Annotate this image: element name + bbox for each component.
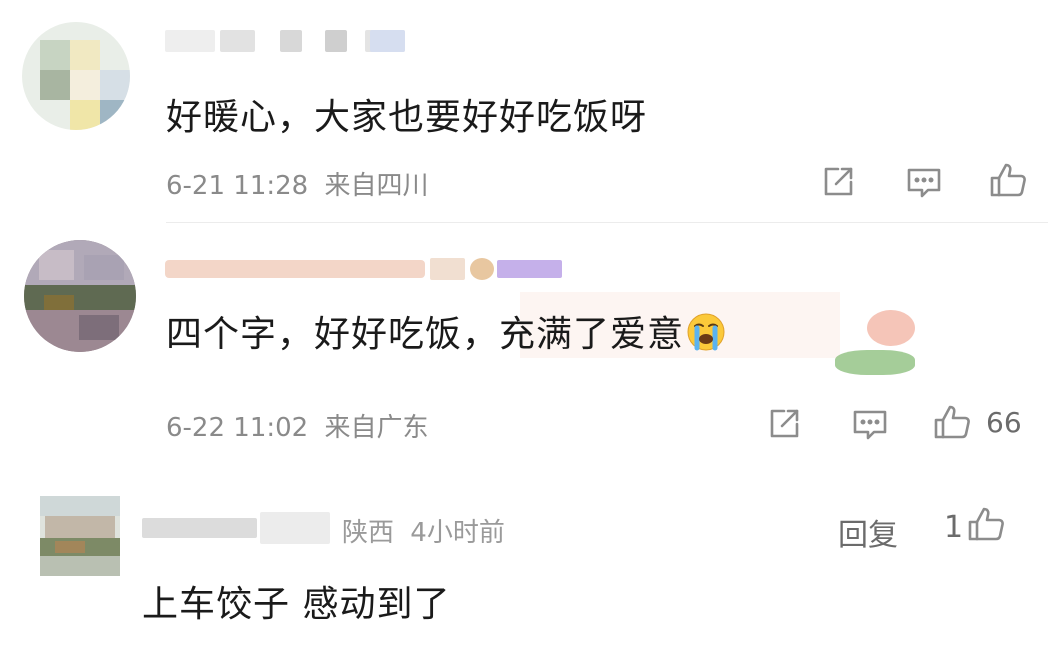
like-count: 66 [986,406,1022,439]
avatar[interactable] [22,22,130,130]
username-blurred[interactable] [165,256,585,282]
like-button[interactable] [932,402,972,442]
like-button[interactable] [988,160,1028,200]
thumbs-up-icon [968,507,1004,541]
comment-meta: 6-21 11:28 来自四川 [166,165,428,202]
comment-location: 来自广东 [324,413,429,443]
comment-location: 来自四川 [324,171,429,201]
share-icon [770,409,799,438]
share-button[interactable] [764,404,804,444]
comment-list: 好暖心，大家也要好好吃饭呀 6-21 11:28 来自四川 四个字，好好吃饭，充… [0,0,1048,646]
comment-text: 上车饺子 感动到了 [142,584,451,625]
divider [166,222,1048,223]
avatar[interactable] [24,240,136,352]
thumbs-up-icon [990,163,1026,197]
comment-meta: 陕西 4小时前 [342,512,505,549]
comment-text: 好暖心，大家也要好好吃饭呀 [166,97,648,138]
like-count: 1 [944,510,964,545]
like-button[interactable] [966,504,1006,544]
avatar[interactable] [40,496,120,576]
comment-time: 6-22 11:02 [166,413,309,443]
comment-meta: 6-22 11:02 来自广东 [166,407,428,444]
crying-face-emoji [687,313,725,351]
comment-text-body: 四个字，好好吃饭，充满了爱意 [166,314,685,355]
comment-time: 6-21 11:28 [166,171,309,201]
share-icon [824,167,853,196]
comment-icon [907,168,941,198]
blurred-sticker [835,300,920,378]
thumbs-up-icon [934,405,970,439]
comment-button[interactable] [904,162,944,202]
share-button[interactable] [818,162,858,202]
username-blurred[interactable] [165,30,445,52]
comment-icon [853,410,887,440]
comment-location: 陕西 [342,518,395,548]
comment-text: 四个字，好好吃饭，充满了爱意 [166,305,726,357]
reply-button[interactable]: 回复 [838,510,898,554]
comment-time: 4小时前 [410,518,505,548]
comment-button[interactable] [850,404,890,444]
username-blurred[interactable] [142,512,330,544]
